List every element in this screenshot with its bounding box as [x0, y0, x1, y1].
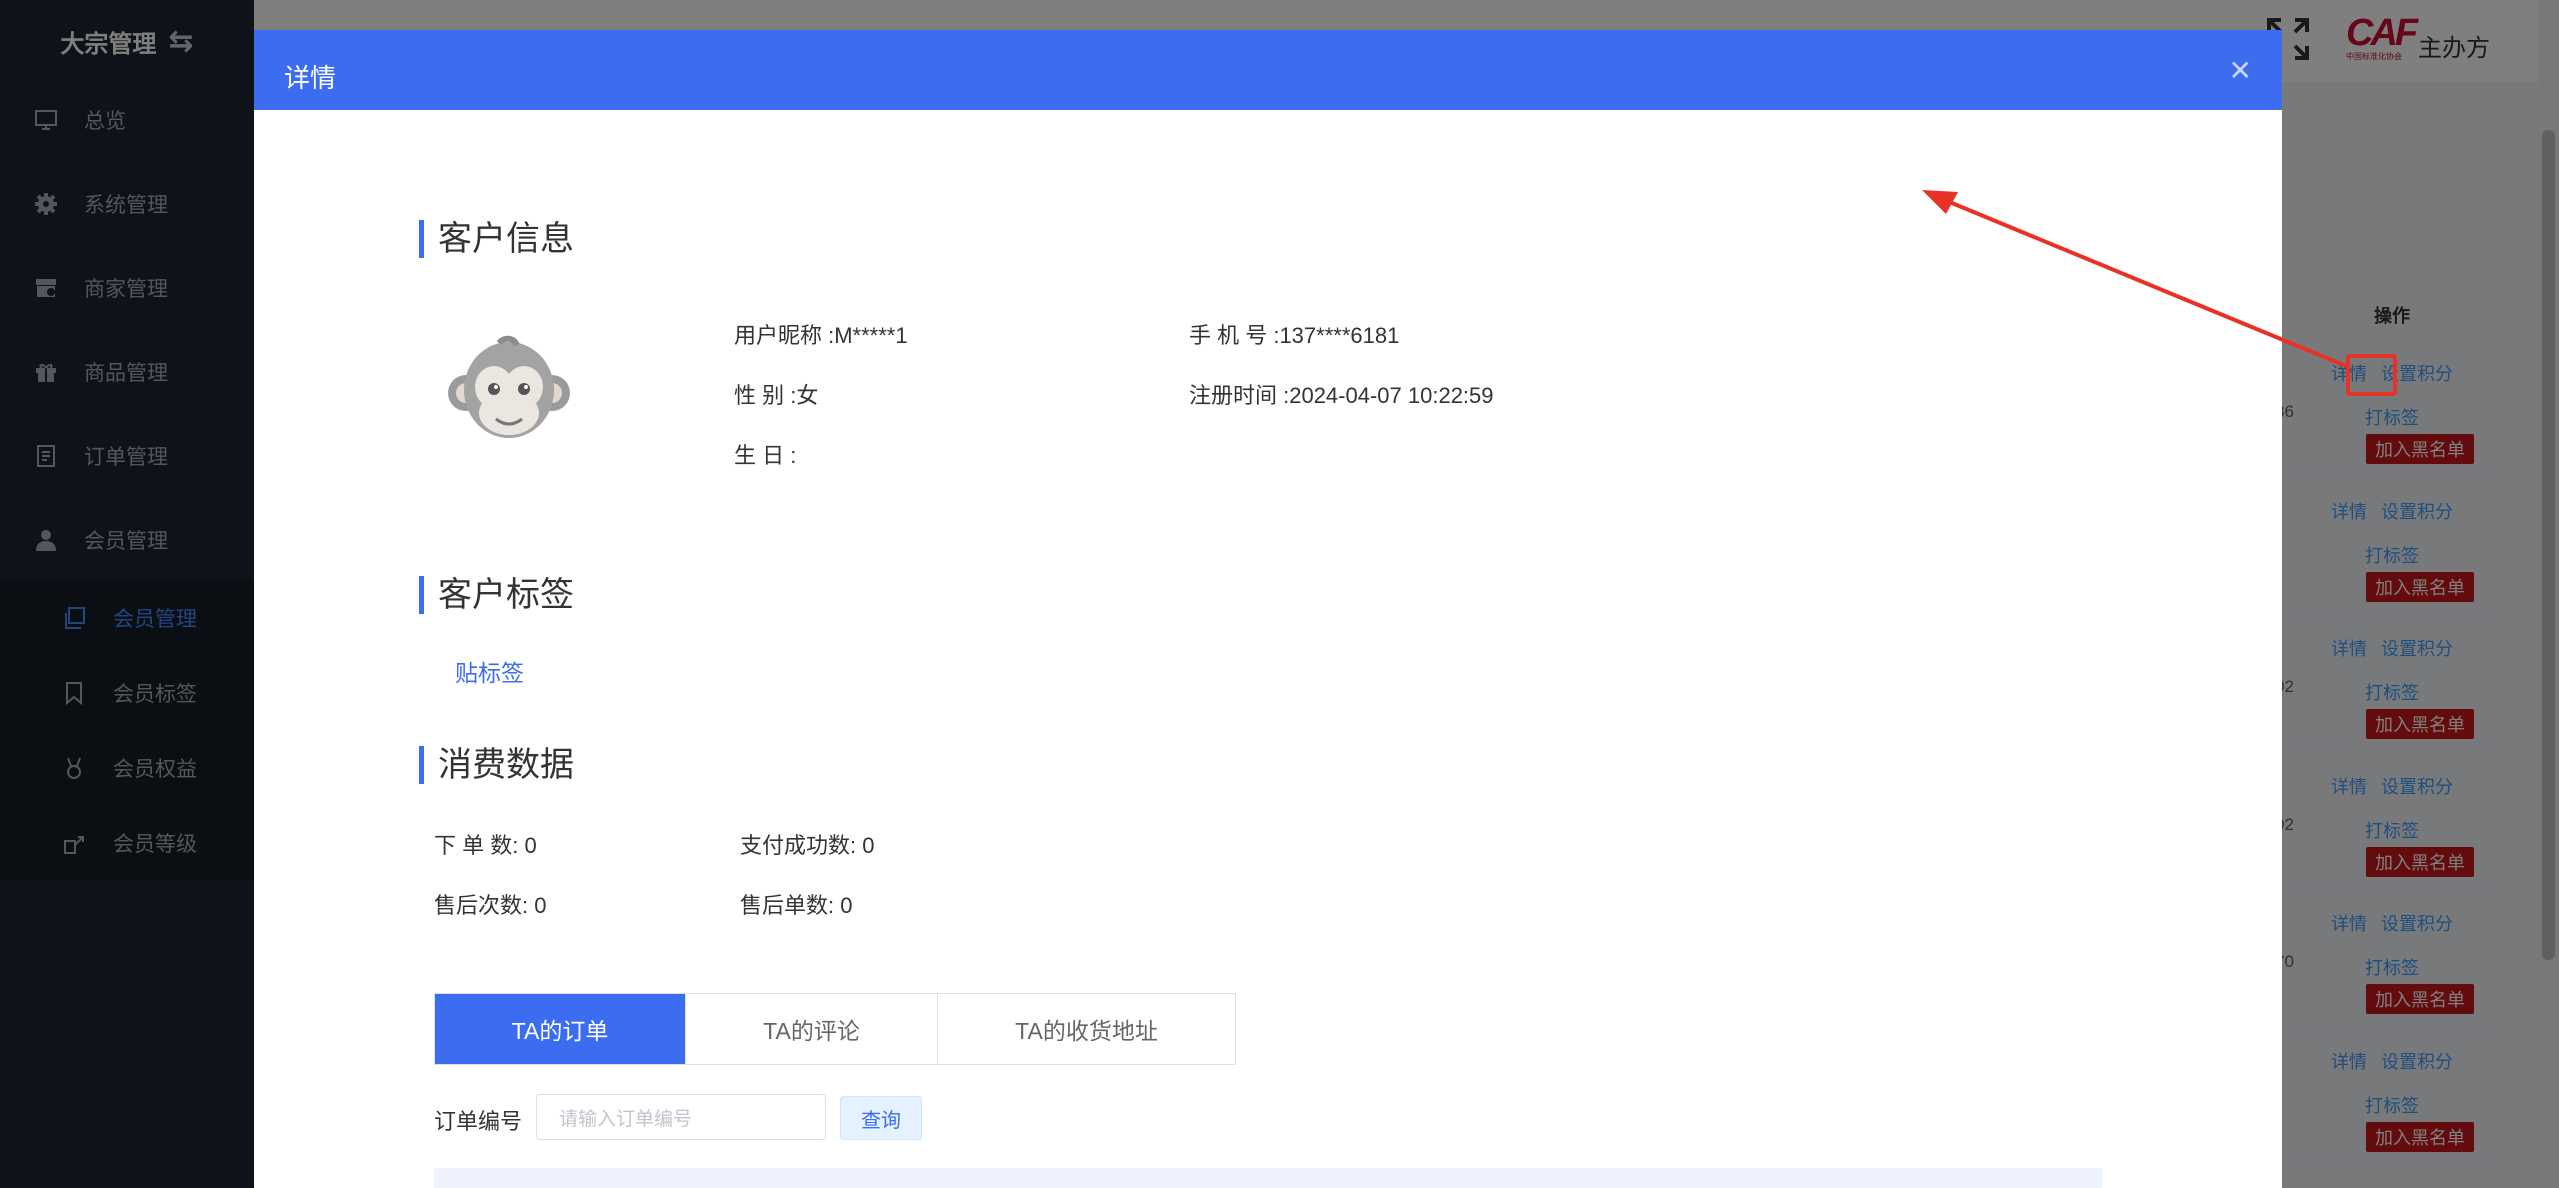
tab-ta-comments[interactable]: TA的评论 — [686, 994, 938, 1064]
orders-table-header — [434, 1168, 2102, 1188]
birthday-field: 生 日 : — [734, 443, 797, 468]
phone-field: 手 机 号 :137****6181 — [1189, 323, 1400, 348]
close-icon[interactable]: ✕ — [2229, 54, 2252, 87]
nickname-field: 用户昵称 :M*****1 — [734, 323, 908, 348]
order-number-label: 订单编号 — [434, 1109, 523, 1134]
gender-field: 性 别 :女 — [734, 383, 819, 408]
section-title-consumption: 消费数据 — [419, 746, 574, 784]
aftersale-times-field: 售后次数: 0 — [434, 893, 547, 918]
aftersale-orders-field: 售后单数: 0 — [740, 893, 853, 918]
pay-success-count-field: 支付成功数: 0 — [740, 833, 875, 858]
monkey-avatar-icon — [444, 335, 574, 445]
register-time-field: 注册时间 :2024-04-07 10:22:59 — [1189, 383, 1494, 408]
order-number-input[interactable]: 请输入订单编号 — [536, 1094, 826, 1140]
section-title-customer-tags: 客户标签 — [419, 576, 574, 614]
dialog-tabs: TA的订单 TA的评论 TA的收货地址 — [434, 993, 1236, 1065]
tab-ta-orders[interactable]: TA的订单 — [435, 994, 686, 1064]
tab-ta-addresses[interactable]: TA的收货地址 — [938, 994, 1235, 1064]
add-tag-link[interactable]: 贴标签 — [455, 654, 524, 688]
section-title-customer-info: 客户信息 — [419, 220, 574, 258]
dialog-title: 详情 — [284, 63, 337, 93]
annotation-highlight-box — [2346, 354, 2397, 396]
detail-dialog: 详情 ✕ 客户信息 用户昵称 :M*****1 手 机 号 :137****61… — [254, 30, 2282, 1188]
dialog-header: 详情 ✕ — [254, 30, 2282, 110]
query-button[interactable]: 查询 — [840, 1096, 922, 1140]
order-count-field: 下 单 数: 0 — [434, 833, 537, 858]
